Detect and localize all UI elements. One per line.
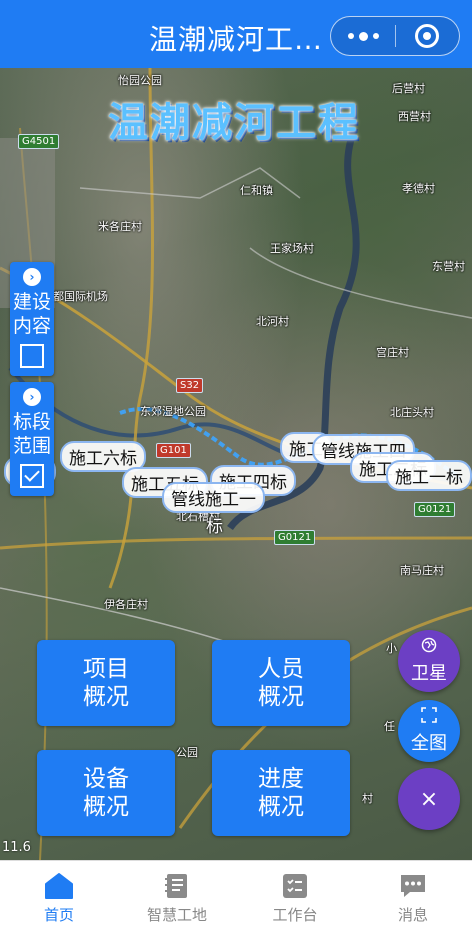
- highway-shield: G4501: [18, 134, 60, 149]
- tab-label: 工作台: [272, 905, 318, 924]
- panel-construction-content[interactable]: › 建设内容: [10, 262, 54, 376]
- tab-label: 消息: [397, 905, 428, 924]
- more-dot-icon: [358, 31, 368, 41]
- segment-label[interactable]: 管线施工一: [162, 482, 265, 513]
- tab-workbench[interactable]: 工作台: [236, 861, 354, 935]
- place-label: 北庄头村: [390, 406, 434, 419]
- panel-label: 建设内容: [12, 291, 51, 337]
- panel-segment-range[interactable]: › 标段范围: [10, 382, 54, 496]
- button-label: 设备概况: [83, 766, 129, 820]
- place-label: 米各庄村: [98, 220, 142, 233]
- highway-shield: G0121: [414, 502, 456, 517]
- tab-smart-site[interactable]: 智慧工地: [118, 861, 236, 935]
- target-icon: [415, 24, 439, 48]
- close-miniprogram-button[interactable]: [396, 17, 458, 55]
- segment-label: 标: [206, 517, 223, 537]
- panel-label: 标段范围: [12, 411, 51, 457]
- chevron-right-icon[interactable]: ›: [23, 388, 41, 406]
- place-label: 东营村: [432, 260, 465, 273]
- place-label: 西营村: [398, 110, 431, 123]
- place-label: 后营村: [392, 82, 425, 95]
- place-label: 王家场村: [270, 242, 314, 255]
- progress-overview-button[interactable]: 进度概况: [212, 750, 350, 836]
- construction-content-checkbox[interactable]: [20, 344, 44, 368]
- fab-label: 全图: [411, 733, 447, 754]
- title-bar: 温潮减河工…: [0, 0, 472, 68]
- place-label: 怡园公园: [118, 74, 162, 87]
- highway-shield: G101: [156, 443, 191, 458]
- place-label: 孝德村: [402, 182, 435, 195]
- place-label: 村: [362, 792, 373, 805]
- message-icon: [401, 874, 425, 897]
- personnel-overview-button[interactable]: 人员概况: [212, 640, 350, 726]
- tab-home[interactable]: 首页: [0, 861, 118, 935]
- segment-label[interactable]: 施工一标: [386, 460, 472, 491]
- fab-label: 卫星: [411, 663, 447, 684]
- highway-shield: G0121: [274, 530, 316, 545]
- more-dot-icon: [347, 33, 354, 39]
- bottom-tab-bar: 首页 智慧工地 工作台 消息: [0, 860, 472, 935]
- fullscreen-icon: [421, 707, 437, 727]
- more-button[interactable]: [331, 17, 395, 55]
- equipment-overview-button[interactable]: 设备概况: [37, 750, 175, 836]
- tab-label: 智慧工地: [146, 905, 207, 924]
- place-label: 小: [386, 642, 397, 655]
- satellite-icon: [421, 637, 437, 657]
- close-menu-button[interactable]: ×: [398, 768, 460, 830]
- checklist-icon: [283, 873, 307, 898]
- home-icon: [45, 872, 73, 899]
- highway-shield: S32: [176, 378, 204, 393]
- place-label: 南马庄村: [400, 564, 444, 577]
- tab-messages[interactable]: 消息: [354, 861, 472, 935]
- notebook-icon: [165, 873, 187, 898]
- button-label: 人员概况: [258, 656, 304, 710]
- place-label: 北河村: [256, 315, 289, 328]
- tab-label: 首页: [43, 905, 74, 924]
- place-label: 公园: [176, 746, 198, 759]
- satellite-button[interactable]: 卫星: [398, 630, 460, 692]
- close-icon: ×: [419, 786, 439, 812]
- place-label: 仁和镇: [240, 184, 273, 197]
- place-label: 任: [384, 720, 395, 733]
- segment-range-checkbox[interactable]: [20, 464, 44, 488]
- project-overview-button[interactable]: 项目概况: [37, 640, 175, 726]
- full-map-button[interactable]: 全图: [398, 700, 460, 762]
- button-label: 项目概况: [83, 656, 129, 710]
- chevron-right-icon[interactable]: ›: [23, 268, 41, 286]
- scale-readout: 11.6: [2, 840, 31, 855]
- more-dot-icon: [372, 33, 379, 39]
- place-label: 东郊湿地公园: [140, 405, 206, 418]
- place-label: 伊各庄村: [104, 598, 148, 611]
- place-label: 宫庄村: [376, 346, 409, 359]
- button-label: 进度概况: [258, 766, 304, 820]
- map-overlay-title: 温潮减河工程: [108, 100, 360, 146]
- mini-program-capsule: [330, 16, 460, 56]
